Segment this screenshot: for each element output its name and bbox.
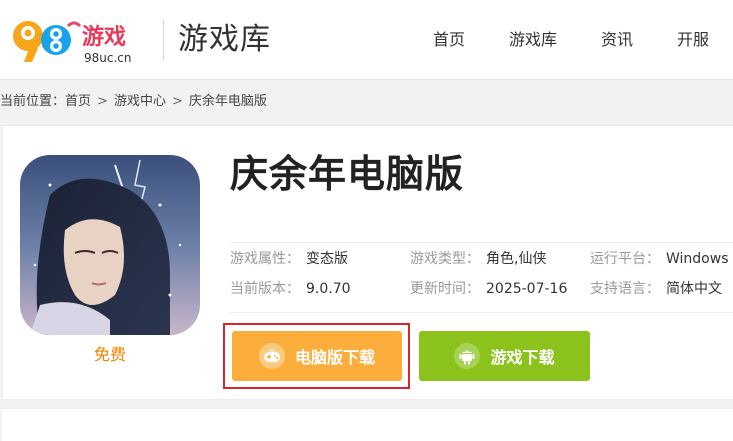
- breadcrumb-separator: >: [171, 94, 183, 109]
- info-key: 更新时间：: [410, 281, 480, 297]
- nav-item-game-library[interactable]: 游戏库: [509, 29, 557, 51]
- game-download-label: 游戏下载: [490, 348, 555, 367]
- breadcrumb-separator: >: [97, 94, 108, 109]
- breadcrumb: 当前位置：首页 > 游戏中心 > 庆余年电脑版: [0, 93, 267, 111]
- info-divider-bottom: [230, 312, 733, 313]
- nav-item-home[interactable]: 首页: [433, 29, 465, 51]
- info-key: 支持语言：: [590, 281, 660, 297]
- info-key: 运行平台：: [590, 251, 660, 267]
- info-value: 角色,仙侠: [486, 251, 547, 267]
- game-icon-image[interactable]: [20, 155, 200, 335]
- info-value: 变态版: [306, 251, 348, 267]
- breadcrumb-game-center[interactable]: 游戏中心: [114, 94, 166, 109]
- info-value: 9.0.70: [306, 281, 351, 297]
- site-header: 游戏 98uc.cn 游戏库 首页 游戏库 资讯 开服: [0, 0, 733, 80]
- info-value: Windows: [666, 251, 729, 267]
- info-divider-top: [230, 242, 733, 243]
- info-value: 简体中文: [666, 281, 722, 297]
- info-language: 支持语言： 简体中文: [590, 279, 722, 299]
- price-label: 免费: [93, 345, 126, 364]
- info-update-time: 更新时间： 2025-07-16: [410, 279, 567, 299]
- info-game-attribute: 游戏属性： 变态版: [230, 249, 348, 269]
- android-icon: [454, 343, 481, 369]
- pc-download-button[interactable]: 电脑版下载: [232, 331, 402, 381]
- page-section-title: 游戏库: [178, 22, 271, 57]
- breadcrumb-prefix: 当前位置：: [0, 94, 66, 109]
- game-art: [20, 155, 200, 335]
- pc-download-label: 电脑版下载: [294, 348, 375, 367]
- info-key: 游戏属性：: [230, 251, 300, 267]
- info-platform: 运行平台： Windows: [590, 249, 729, 269]
- info-game-type: 游戏类型： 角色,仙侠: [410, 249, 546, 269]
- game-title: 庆余年电脑版: [230, 152, 465, 196]
- logo-brand-text: 游戏: [82, 24, 126, 50]
- game-controller-icon: [258, 343, 285, 369]
- logo-divider: [163, 20, 164, 60]
- nav-item-news[interactable]: 资讯: [601, 29, 633, 51]
- nav-item-server-open[interactable]: 开服: [677, 29, 709, 51]
- info-version: 当前版本： 9.0.70: [230, 279, 351, 299]
- site-logo[interactable]: 游戏 98uc.cn: [10, 12, 150, 68]
- breadcrumb-current: 庆余年电脑版: [188, 94, 267, 109]
- info-value: 2025-07-16: [486, 281, 568, 297]
- info-key: 当前版本：: [230, 281, 300, 297]
- bottom-card: [2, 408, 733, 441]
- logo-graphic: 游戏 98uc.cn: [13, 21, 132, 65]
- info-key: 游戏类型：: [410, 251, 480, 267]
- game-download-button[interactable]: 游戏下载: [419, 331, 590, 381]
- logo-domain-text: 98uc.cn: [84, 51, 132, 65]
- breadcrumb-home[interactable]: 首页: [65, 94, 91, 109]
